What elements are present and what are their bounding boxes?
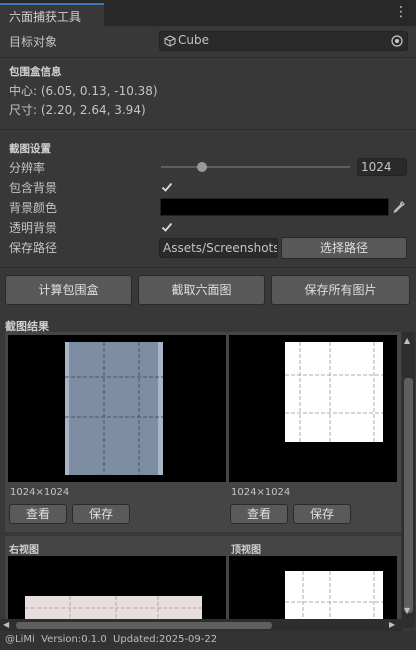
resolution-value: 1024 — [361, 160, 392, 174]
save-button-1[interactable]: 保存 — [72, 504, 130, 524]
vertical-scroll-thumb[interactable] — [404, 378, 413, 613]
bg-color-swatch[interactable] — [160, 198, 389, 216]
choose-path-button[interactable]: 选择路径 — [281, 237, 407, 259]
capture-settings-heading: 截图设置 — [9, 143, 51, 155]
resolution-slider-track[interactable] — [161, 166, 350, 168]
result-image-4[interactable] — [229, 556, 397, 626]
eyedropper-icon[interactable] — [392, 200, 406, 214]
save-path-label: 保存路径 — [9, 241, 58, 255]
divider — [0, 57, 416, 58]
result-image-3[interactable] — [8, 556, 247, 626]
target-picker-icon[interactable] — [391, 35, 403, 47]
result-size-2: 1024×1024 — [231, 487, 291, 498]
divider — [0, 129, 416, 130]
resolution-label: 分辨率 — [9, 161, 46, 175]
calculate-bounds-button[interactable]: 计算包围盒 — [5, 275, 132, 305]
result-image-1[interactable] — [8, 335, 247, 482]
tab-title: 六面捕获工具 — [9, 10, 82, 24]
horizontal-scroll-thumb[interactable] — [16, 622, 272, 629]
include-bg-label: 包含背景 — [9, 181, 58, 195]
save-path-field[interactable]: Assets/Screenshots — [159, 238, 278, 258]
include-bg-checkbox[interactable] — [160, 180, 174, 194]
divider — [0, 267, 416, 268]
target-label: 目标对象 — [9, 35, 58, 49]
result-image-2[interactable] — [229, 335, 397, 482]
bluegrey-view-image — [65, 342, 163, 475]
view-button-2[interactable]: 查看 — [230, 504, 288, 524]
bounds-size: 尺寸: (2.20, 2.64, 3.94) — [9, 103, 146, 117]
scroll-down-arrow-icon[interactable]: ▼ — [404, 606, 410, 615]
right-view-image — [25, 596, 202, 626]
resolution-slider-handle[interactable] — [197, 162, 207, 172]
top-view-image — [285, 571, 383, 626]
scroll-left-arrow-icon[interactable]: ◀ — [3, 620, 9, 629]
white-view-image — [285, 342, 383, 442]
save-all-images-button[interactable]: 保存所有图片 — [271, 275, 410, 305]
tab-six-face-capture-tool[interactable]: 六面捕获工具 — [0, 3, 104, 26]
save-button-2[interactable]: 保存 — [293, 504, 351, 524]
scroll-up-arrow-icon[interactable]: ▲ — [404, 336, 410, 345]
resolution-input[interactable]: 1024 — [357, 158, 407, 176]
target-object-field[interactable]: Cube — [159, 31, 408, 51]
scroll-right-arrow-icon[interactable]: ▶ — [389, 620, 395, 629]
right-view-title: 右视图 — [9, 545, 39, 556]
bounds-center: 中心: (6.05, 0.13, -10.38) — [9, 84, 158, 98]
bg-color-label: 背景颜色 — [9, 201, 58, 215]
result-size-1: 1024×1024 — [10, 487, 70, 498]
target-object-value: Cube — [178, 33, 209, 47]
capture-six-views-button[interactable]: 截取六面图 — [138, 275, 265, 305]
cube-icon — [164, 35, 176, 47]
bounds-heading: 包围盒信息 — [9, 66, 62, 78]
more-menu-icon[interactable]: ⋮ — [394, 5, 408, 19]
save-path-value: Assets/Screenshots — [163, 241, 278, 255]
view-button-1[interactable]: 查看 — [9, 504, 67, 524]
transparent-bg-label: 透明背景 — [9, 221, 58, 235]
top-view-title: 顶视图 — [231, 545, 261, 556]
transparent-bg-checkbox[interactable] — [160, 220, 174, 234]
footer-version-text: @LiMi Version:0.1.0 Updated:2025-09-22 — [5, 634, 218, 645]
